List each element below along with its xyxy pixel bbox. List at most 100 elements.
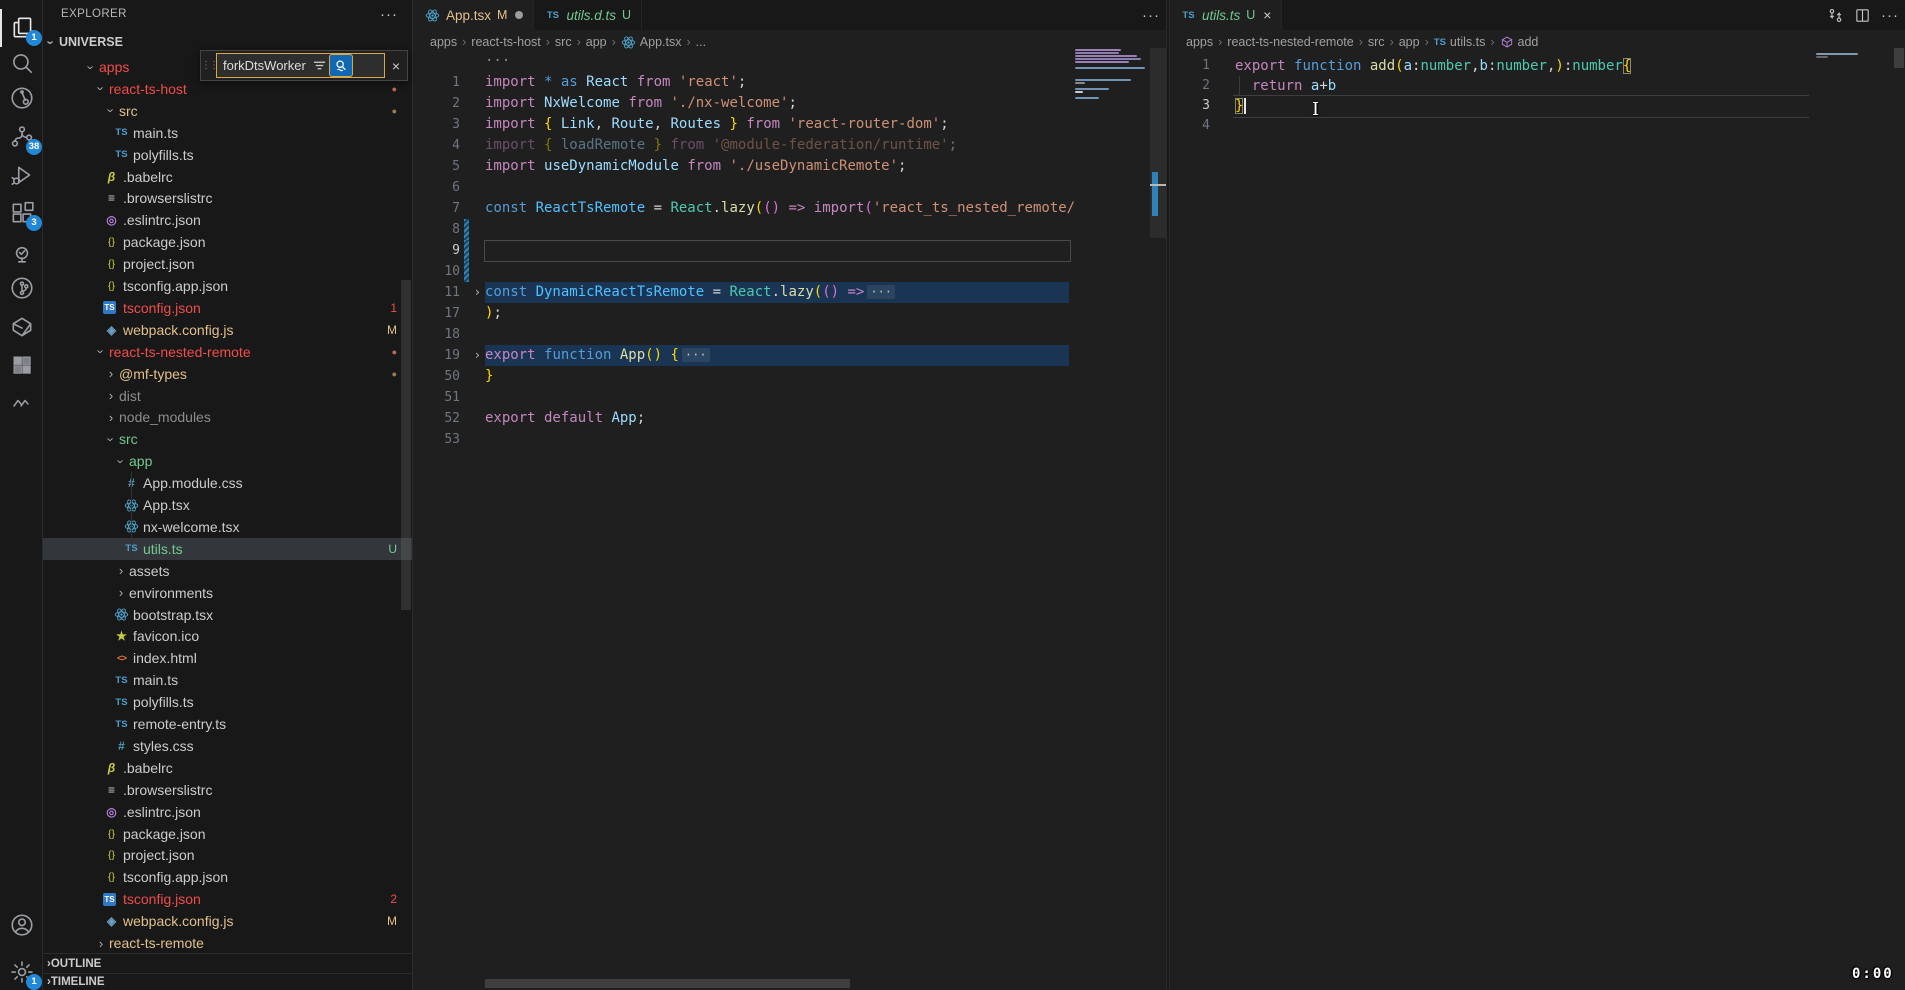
tree-item-favicon.ico[interactable]: ★favicon.ico <box>43 625 412 647</box>
code-line-18[interactable]: 18 <box>414 324 1166 345</box>
tab-utils.d.ts[interactable]: TSutils.d.tsU <box>534 0 642 30</box>
breadcrumb-...[interactable]: ... <box>696 35 706 49</box>
tree-item-environments[interactable]: ›environments <box>43 582 412 604</box>
editor-2-code-area[interactable]: 1export function add(a:number,b:number,)… <box>1170 56 1905 136</box>
code-line-3[interactable]: 3import { Link, Route, Routes } from 're… <box>414 114 1166 135</box>
editor-1-overview-ruler[interactable] <box>1150 0 1166 990</box>
find-widget-drag-handle[interactable]: ⋮⋮ <box>201 60 216 71</box>
activity-extensions-extensions-icon[interactable]: 3 <box>0 194 43 232</box>
tree-item-package.json[interactable]: {}package.json <box>43 823 412 845</box>
code-line-4[interactable]: 4 <box>1170 116 1905 136</box>
unsaved-dot-icon[interactable] <box>515 11 523 19</box>
code-line-x[interactable]: ··· <box>414 51 1166 72</box>
code-line-2[interactable]: 2 return a+b <box>1170 76 1905 96</box>
tree-item-assets[interactable]: ›assets <box>43 560 412 582</box>
tab-utils.ts[interactable]: TSutils.tsU× <box>1170 0 1282 30</box>
tree-item-webpack.config.js[interactable]: ◈webpack.config.jsM <box>43 319 412 341</box>
code-line-6[interactable]: 6 <box>414 177 1166 198</box>
editor-1-code-area[interactable]: ···1import * as React from 'react';2impo… <box>414 51 1166 450</box>
breadcrumb-src[interactable]: src <box>555 35 572 49</box>
find-close-icon[interactable]: × <box>385 58 407 74</box>
tree-item-project.json[interactable]: {}project.json <box>43 844 412 866</box>
tree-item-tsconfig.app.json[interactable]: {}tsconfig.app.json <box>43 275 412 297</box>
code-line-4[interactable]: 4import { loadRemote } from '@module-fed… <box>414 135 1166 156</box>
tree-item-react-ts-nested-remote[interactable]: ›react-ts-nested-remote● <box>43 341 412 363</box>
close-icon[interactable]: × <box>1263 7 1271 23</box>
activity-run-and-debug-run-debug-icon[interactable] <box>0 156 43 194</box>
fuzzy-search-toggle-icon[interactable] <box>329 54 353 77</box>
tree-item-dist[interactable]: ›dist <box>43 385 412 407</box>
activity-search-search-icon[interactable] <box>0 44 43 82</box>
breadcrumb-apps[interactable]: apps <box>430 35 457 49</box>
tree-item-.babelrc[interactable]: β.babelrc <box>43 757 412 779</box>
tree-item-package.json[interactable]: {}package.json <box>43 231 412 253</box>
tree-item-src[interactable]: ›src <box>43 428 412 450</box>
compare-changes-icon[interactable] <box>1827 7 1844 24</box>
code-line-5[interactable]: 5import useDynamicModule from './useDyna… <box>414 156 1166 177</box>
editor-2-scrollbar-thumb[interactable] <box>1894 48 1904 68</box>
tree-item-nx-welcome.tsx[interactable]: nx-welcome.tsx <box>43 516 412 538</box>
tree-item-react-ts-host[interactable]: ›react-ts-host● <box>43 78 412 100</box>
breadcrumb-utils.ts[interactable]: TSutils.ts <box>1434 35 1486 49</box>
breadcrumb-src[interactable]: src <box>1368 35 1385 49</box>
breadcrumb-react-ts-nested-remote[interactable]: react-ts-nested-remote <box>1227 35 1353 49</box>
breadcrumb-app[interactable]: app <box>1399 35 1420 49</box>
activity-source-control-source-control-icon[interactable]: 38 <box>0 118 43 156</box>
tree-item-@mf-types[interactable]: ›@mf-types● <box>43 363 412 385</box>
tree-item-polyfills.ts[interactable]: TSpolyfills.ts <box>43 691 412 713</box>
tree-item-.eslintrc.json[interactable]: ◎.eslintrc.json <box>43 801 412 823</box>
breadcrumb-apps[interactable]: apps <box>1186 35 1213 49</box>
tree-item-bootstrap.tsx[interactable]: bootstrap.tsx <box>43 604 412 626</box>
tree-item-node_modules[interactable]: ›node_modules <box>43 406 412 428</box>
activity-extension-view-c-circle-branch-icon[interactable] <box>0 269 43 307</box>
tree-item-app[interactable]: ›app <box>43 450 412 472</box>
activity-extension-view-e-grid-icon[interactable] <box>0 346 43 384</box>
split-editor-icon[interactable] <box>1854 7 1871 24</box>
tree-item-.eslintrc.json[interactable]: ◎.eslintrc.json <box>43 209 412 231</box>
code-line-51[interactable]: 51 <box>414 387 1166 408</box>
activity-explorer-files-icon[interactable]: 1 <box>0 9 43 47</box>
filter-toggle-icon[interactable] <box>309 59 329 72</box>
code-line-3[interactable]: 3} <box>1170 96 1905 116</box>
code-line-50[interactable]: 50} <box>414 366 1166 387</box>
tree-item-main.ts[interactable]: TSmain.ts <box>43 669 412 691</box>
sidebar-scrollbar[interactable] <box>401 280 411 610</box>
outline-panel-header[interactable]: › OUTLINE <box>43 953 412 973</box>
tab-App.tsx[interactable]: App.tsxM <box>414 0 534 30</box>
editor-2-minimap[interactable] <box>1816 53 1876 73</box>
tree-item-remote-entry.ts[interactable]: TSremote-entry.ts <box>43 713 412 735</box>
tree-item-tsconfig.app.json[interactable]: {}tsconfig.app.json <box>43 866 412 888</box>
code-line-1[interactable]: 1import * as React from 'react'; <box>414 72 1166 93</box>
code-line-8[interactable]: 8 <box>414 219 1166 240</box>
code-line-2[interactable]: 2import NxWelcome from './nx-welcome'; <box>414 93 1166 114</box>
tree-item-.browserslistrc[interactable]: ≡.browserslistrc <box>43 187 412 209</box>
code-line-19[interactable]: 19›export function App() {··· <box>414 345 1166 366</box>
tree-item-src[interactable]: ›src● <box>43 100 412 122</box>
activity-extension-view-a-circle-pendulum-icon[interactable] <box>0 79 43 117</box>
tree-search-input[interactable] <box>217 58 309 73</box>
tree-item-tsconfig.json[interactable]: TStsconfig.json1 <box>43 297 412 319</box>
more-actions-icon[interactable]: ··· <box>1881 7 1899 24</box>
activity-extension-view-d-nx-icon[interactable] <box>0 308 43 346</box>
tree-item-webpack.config.js[interactable]: ◈webpack.config.jsM <box>43 910 412 932</box>
tree-item-react-ts-remote[interactable]: ›react-ts-remote <box>43 932 412 954</box>
activity-manage-gear-icon[interactable]: 1 <box>0 953 43 990</box>
tree-item-tsconfig.json[interactable]: TStsconfig.json2 <box>43 888 412 910</box>
tree-item-polyfills.ts[interactable]: TSpolyfills.ts <box>43 144 412 166</box>
breadcrumb-react-ts-host[interactable]: react-ts-host <box>471 35 540 49</box>
timeline-panel-header[interactable]: › TIMELINE <box>43 973 412 990</box>
fold-chevron-icon[interactable]: › <box>474 282 481 303</box>
tree-item-App.module.css[interactable]: #App.module.css <box>43 472 412 494</box>
tree-item-.babelrc[interactable]: β.babelrc <box>43 166 412 188</box>
sidebar-more-actions-icon[interactable]: ··· <box>380 6 398 23</box>
code-line-9[interactable]: 9 <box>414 240 1166 261</box>
tree-item-.browserslistrc[interactable]: ≡.browserslistrc <box>43 779 412 801</box>
activity-accounts-account-icon[interactable] <box>0 906 43 944</box>
code-line-11[interactable]: 11›const DynamicReactTsRemote = React.la… <box>414 282 1166 303</box>
activity-extension-view-b-tree-check-icon[interactable] <box>0 233 43 271</box>
editor-1-minimap[interactable] <box>1075 49 1150 609</box>
code-line-10[interactable]: 10 <box>414 261 1166 282</box>
code-line-1[interactable]: 1export function add(a:number,b:number,)… <box>1170 56 1905 76</box>
code-line-53[interactable]: 53 <box>414 429 1166 450</box>
tree-item-project.json[interactable]: {}project.json <box>43 253 412 275</box>
